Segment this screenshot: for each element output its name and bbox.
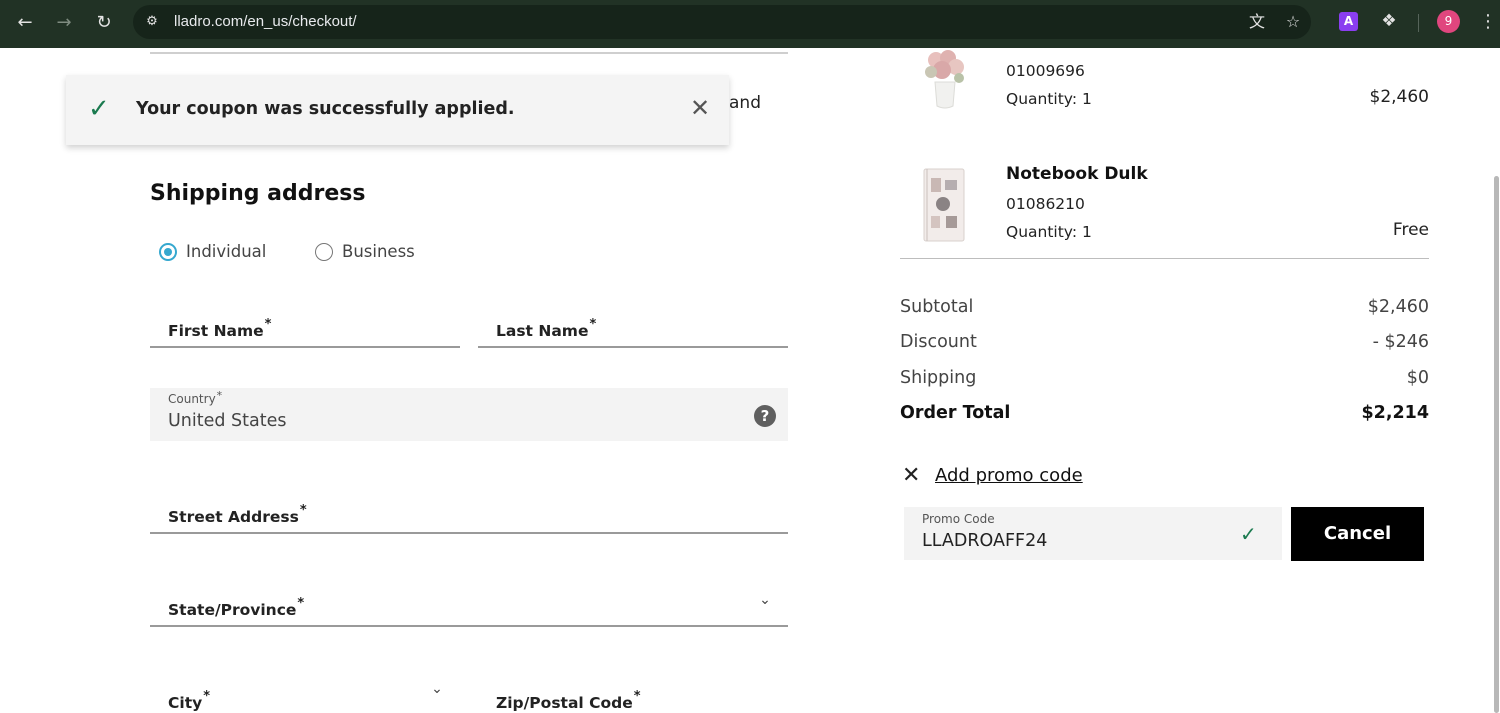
checkout-page: and ✓ Your coupon was successfully appli…	[0, 48, 1500, 713]
promo-code-input[interactable]: Promo Code LLADROAFF24 ✓	[904, 507, 1282, 560]
state-label: State/Province*	[168, 596, 304, 619]
state-label-text: State/Province	[168, 601, 297, 619]
flower-vase-illustration	[925, 50, 964, 109]
subtotal-row: Subtotal $2,460	[900, 297, 1429, 321]
promo-code-value[interactable]: LLADROAFF24	[922, 531, 1047, 551]
extensions-icon[interactable]: ❖	[1378, 10, 1400, 32]
required-mark: *	[633, 689, 641, 704]
required-mark: *	[264, 317, 272, 332]
address-bar[interactable]: ⚙ lladro.com/en_us/checkout/ 文 ☆	[133, 5, 1311, 39]
radio-individual-control[interactable]	[159, 243, 177, 261]
item-2-sku: 01086210	[1006, 195, 1085, 213]
url-text[interactable]: lladro.com/en_us/checkout/	[174, 13, 357, 30]
profile-avatar[interactable]: 9	[1437, 10, 1460, 33]
state-select[interactable]: State/Province* ⌄	[150, 581, 788, 627]
item-2-price: Free	[1392, 220, 1429, 240]
translate-icon[interactable]: 文	[1247, 12, 1267, 32]
required-mark: *	[216, 389, 223, 402]
first-name-label: First Name*	[168, 317, 271, 340]
last-name-label-text: Last Name	[496, 322, 589, 340]
city-label-text: City	[168, 694, 203, 712]
item-1-quantity: Quantity: 1	[1006, 90, 1092, 108]
discount-row: Discount - $246	[900, 332, 1429, 356]
close-icon[interactable]: ✕	[688, 96, 712, 120]
required-mark: *	[297, 596, 305, 611]
last-name-label: Last Name*	[496, 317, 596, 340]
forward-icon[interactable]: →	[50, 9, 78, 37]
country-label-text: Country	[168, 392, 216, 406]
street-address-label-text: Street Address	[168, 508, 299, 526]
country-field[interactable]: Country* United States ?	[150, 388, 788, 441]
summary-divider	[900, 258, 1429, 259]
item-1-sku: 01009696	[1006, 62, 1085, 80]
item-2-name[interactable]: Notebook Dulk	[1006, 164, 1148, 184]
shipping-cost-value: $0	[1406, 368, 1429, 388]
add-promo-link[interactable]: Add promo code	[935, 465, 1083, 486]
shipping-row: Shipping $0	[900, 368, 1429, 392]
product-image-flowers[interactable]	[918, 48, 972, 110]
order-total-value: $2,214	[1361, 403, 1429, 423]
order-total-label: Order Total	[900, 403, 1011, 423]
radio-business-control[interactable]	[315, 243, 333, 261]
order-total-row: Order Total $2,214	[900, 403, 1429, 427]
first-name-label-text: First Name	[168, 322, 264, 340]
required-mark: *	[589, 317, 597, 332]
item-2-quantity: Quantity: 1	[1006, 223, 1092, 241]
toolbar-divider	[1418, 14, 1419, 32]
required-mark: *	[299, 503, 307, 518]
street-address-field[interactable]: Street Address*	[150, 488, 788, 534]
back-icon[interactable]: ←	[11, 9, 39, 37]
check-icon: ✓	[1240, 522, 1257, 546]
extension-a-icon[interactable]: A	[1339, 12, 1358, 31]
scrollbar-thumb[interactable]	[1494, 176, 1499, 713]
toast-message: Your coupon was successfully applied.	[136, 99, 515, 119]
city-label: City*	[168, 689, 210, 712]
zip-field[interactable]: Zip/Postal Code*	[478, 674, 788, 713]
cancel-button[interactable]: Cancel	[1291, 507, 1424, 561]
city-select[interactable]: City* ⌄	[150, 674, 460, 713]
reload-icon[interactable]: ↻	[90, 9, 118, 37]
required-mark: *	[203, 689, 211, 704]
shipping-title: Shipping address	[150, 181, 366, 206]
country-value: United States	[168, 411, 287, 431]
zip-label-text: Zip/Postal Code	[496, 694, 633, 712]
product-image-notebook[interactable]	[919, 166, 969, 244]
zip-label: Zip/Postal Code*	[496, 689, 641, 712]
success-toast: ✓ Your coupon was successfully applied. …	[66, 75, 729, 145]
subtotal-value: $2,460	[1367, 297, 1429, 317]
promo-code-label: Promo Code	[922, 512, 995, 526]
chevron-down-icon[interactable]: ⌄	[428, 682, 446, 696]
chevron-down-icon[interactable]: ⌄	[756, 593, 774, 607]
help-icon[interactable]: ?	[754, 405, 776, 427]
first-name-field[interactable]: First Name*	[150, 302, 460, 348]
discount-value: - $246	[1372, 332, 1429, 352]
country-label: Country*	[168, 389, 223, 406]
subtotal-label: Subtotal	[900, 297, 974, 317]
menu-icon[interactable]: ⋮	[1479, 10, 1497, 34]
radio-individual-label[interactable]: Individual	[186, 242, 266, 261]
shipping-cost-label: Shipping	[900, 368, 977, 388]
close-icon[interactable]: ✕	[902, 464, 924, 488]
discount-label: Discount	[900, 332, 977, 352]
partial-text: and	[729, 93, 761, 113]
check-icon: ✓	[88, 94, 110, 124]
radio-business-label[interactable]: Business	[342, 242, 415, 261]
last-name-field[interactable]: Last Name*	[478, 302, 788, 348]
street-address-label: Street Address*	[168, 503, 307, 526]
field-underline	[150, 52, 788, 54]
notebook-illustration	[923, 168, 965, 242]
site-info-icon[interactable]: ⚙	[143, 13, 161, 31]
star-icon[interactable]: ☆	[1283, 12, 1303, 32]
browser-toolbar: ← → ↻ ⚙ lladro.com/en_us/checkout/ 文 ☆ A…	[0, 0, 1500, 48]
item-1-price: $2,460	[1369, 87, 1429, 107]
